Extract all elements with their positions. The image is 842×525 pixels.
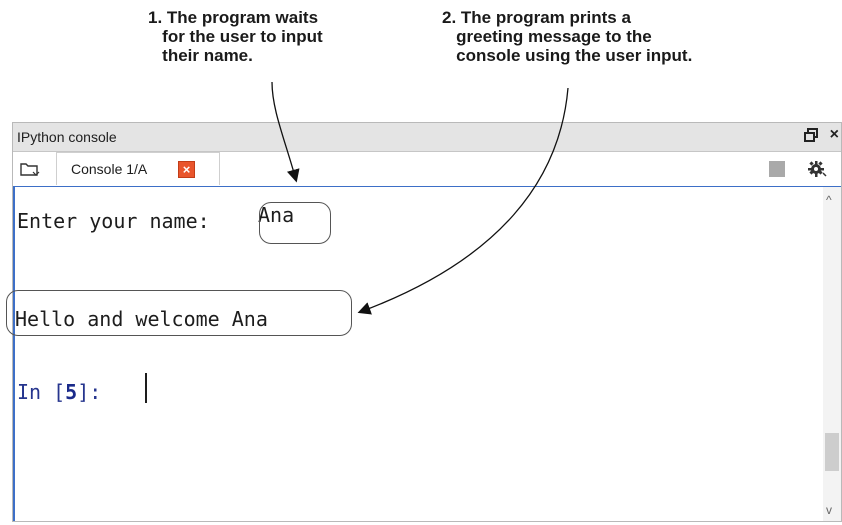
scroll-thumb[interactable] — [825, 433, 839, 471]
close-icon[interactable]: × — [830, 126, 839, 144]
tab-bar: Console 1/A × — [13, 152, 841, 187]
gear-icon[interactable] — [807, 159, 827, 179]
vertical-scrollbar[interactable]: ^ v — [823, 187, 841, 521]
panel-title-bar: IPython console × — [13, 123, 841, 152]
callout-box-greeting — [6, 290, 352, 336]
stop-icon[interactable] — [769, 161, 785, 177]
text-cursor — [145, 373, 147, 403]
in-prompt-prefix: In [ — [17, 380, 66, 404]
annotation-step-2: 2. The program prints a greeting message… — [442, 8, 693, 65]
input-prompt-text: Enter your name: — [17, 209, 222, 233]
callout-box-name — [259, 202, 331, 244]
console-output-area[interactable]: Enter your name: Hello and welcome Ana I… — [13, 187, 823, 521]
tab-console-1a[interactable]: Console 1/A × — [56, 152, 220, 185]
tab-label: Console 1/A — [71, 161, 148, 177]
annotation-step-1: 1. The program waits for the user to inp… — [148, 8, 323, 65]
browse-tabs-icon[interactable] — [19, 160, 41, 178]
chevron-down-icon[interactable]: v — [826, 503, 832, 517]
tab-close-icon[interactable]: × — [178, 161, 195, 178]
panel-title: IPython console — [17, 129, 117, 145]
chevron-up-icon[interactable]: ^ — [826, 193, 832, 207]
in-prompt-suffix: ]: — [77, 380, 114, 404]
in-prompt-number: 5 — [65, 380, 78, 404]
in-prompt: In [5]: — [17, 380, 113, 404]
undock-icon[interactable] — [803, 127, 819, 143]
